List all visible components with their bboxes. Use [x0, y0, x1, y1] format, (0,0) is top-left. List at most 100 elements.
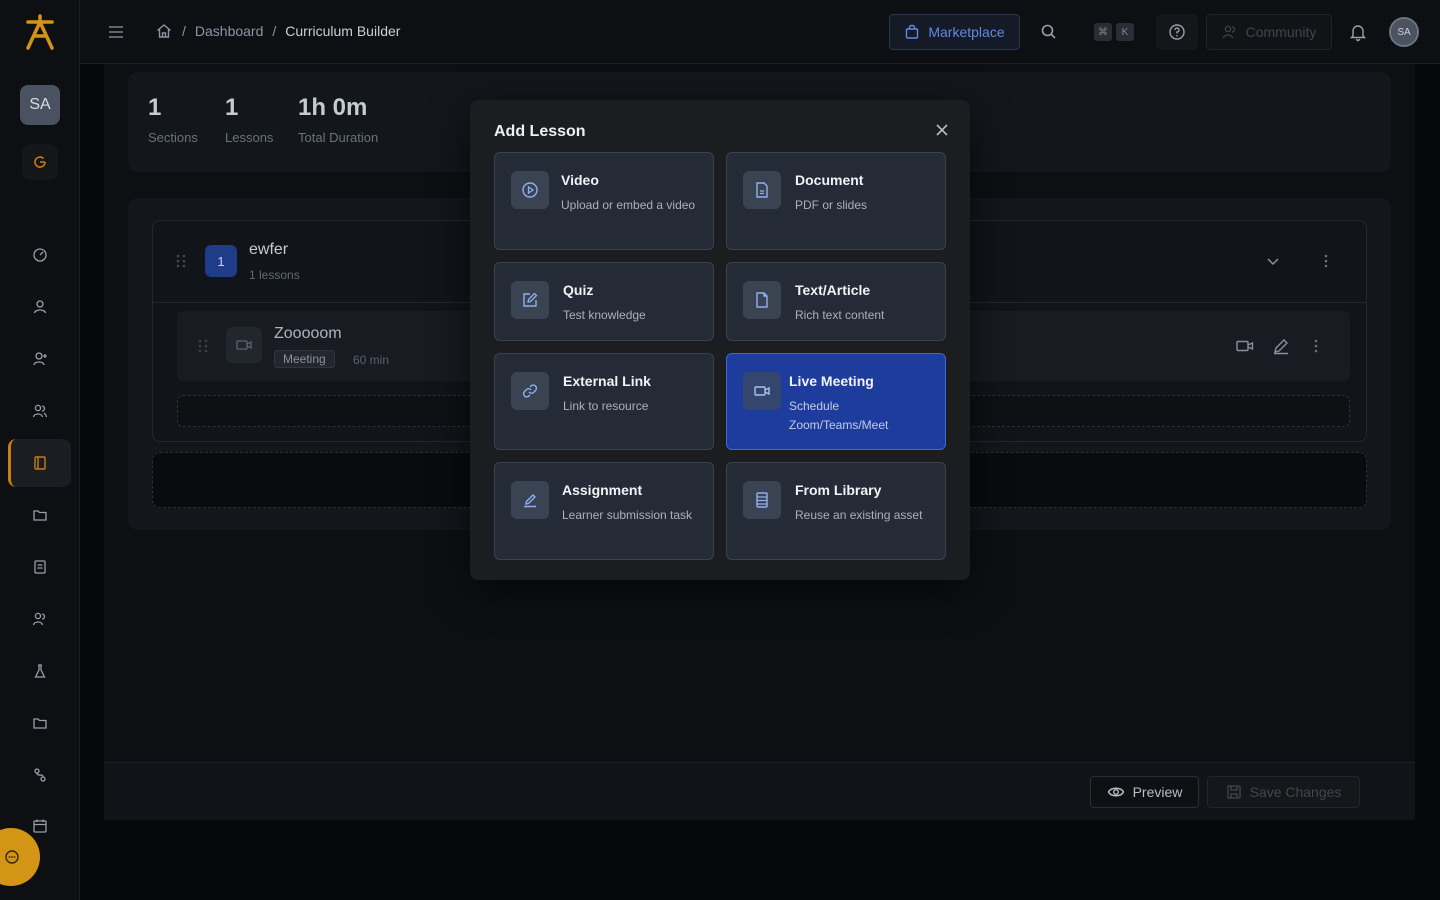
option-title: Live Meeting — [789, 373, 874, 389]
lesson-type-quiz[interactable]: Quiz Test knowledge — [494, 262, 714, 341]
stat-value: 1 — [225, 94, 239, 121]
community-button[interactable]: Community — [1206, 14, 1332, 50]
more-vertical-icon[interactable] — [1310, 337, 1322, 355]
lesson-type-document[interactable]: Document PDF or slides — [726, 152, 946, 250]
stat-label: Lessons — [225, 130, 274, 145]
document-icon — [743, 171, 781, 209]
edit-icon[interactable] — [1271, 336, 1291, 356]
option-desc: Learner submission task — [562, 508, 693, 522]
menu-icon[interactable] — [106, 22, 126, 42]
sidebar: SA — [0, 0, 80, 900]
book-icon[interactable] — [28, 451, 52, 475]
breadcrumb-dashboard[interactable]: Dashboard — [195, 23, 264, 39]
breadcrumb: / Dashboard / Curriculum Builder — [155, 22, 400, 40]
help-icon — [1169, 24, 1185, 40]
breadcrumb-current: Curriculum Builder — [285, 23, 401, 39]
shopping-bag-icon — [906, 24, 919, 39]
report-icon[interactable] — [28, 555, 52, 579]
lesson-title: Zooooom — [274, 325, 342, 342]
option-title: Quiz — [563, 282, 594, 298]
lesson-type-text-article[interactable]: Text/Article Rich text content — [726, 262, 946, 341]
breadcrumb-separator: / — [182, 23, 186, 39]
option-title: External Link — [563, 373, 651, 389]
kbd-k: K — [1116, 23, 1134, 41]
option-title: From Library — [795, 482, 882, 498]
user-icon[interactable] — [28, 295, 52, 319]
folder-icon[interactable] — [28, 503, 52, 527]
section-lesson-count: 1 lessons — [249, 268, 300, 282]
dashboard-gauge-icon[interactable] — [28, 243, 52, 267]
preview-label: Preview — [1132, 784, 1183, 800]
lesson-type-from-library[interactable]: From Library Reuse an existing asset — [726, 462, 946, 560]
add-lesson-modal: Add Lesson Video Upload or embed a video… — [470, 100, 970, 580]
users-icon[interactable] — [28, 399, 52, 423]
play-icon — [511, 171, 549, 209]
section-number: 1 — [205, 245, 237, 277]
calendar-icon[interactable] — [28, 814, 52, 838]
preview-button[interactable]: Preview — [1090, 776, 1199, 808]
save-changes-button[interactable]: Save Changes — [1207, 776, 1360, 808]
lesson-duration: 60 min — [353, 353, 390, 367]
search-icon[interactable] — [1039, 22, 1059, 42]
lesson-type-live-meeting[interactable]: Live Meeting Schedule Zoom/Teams/Meet — [726, 353, 946, 450]
stat-lessons: 1 Lessons — [225, 94, 273, 145]
add-user-icon[interactable] — [28, 347, 52, 371]
flask-icon[interactable] — [28, 659, 52, 683]
library-icon — [743, 481, 781, 519]
drag-handle-icon[interactable] — [197, 338, 209, 354]
bell-icon[interactable] — [1348, 22, 1368, 42]
stat-sections: 1 Sections — [148, 94, 198, 145]
more-vertical-icon[interactable] — [1320, 252, 1332, 270]
option-desc: Link to resource — [563, 399, 649, 413]
stat-value: 1 — [148, 94, 162, 121]
drag-handle-icon[interactable] — [175, 253, 187, 269]
app-logo[interactable] — [22, 12, 58, 52]
breadcrumb-separator: / — [272, 23, 277, 39]
video-camera-icon[interactable] — [1235, 336, 1255, 356]
lesson-type-assignment[interactable]: Assignment Learner submission task — [494, 462, 714, 560]
marketplace-label: Marketplace — [928, 24, 1005, 40]
team-icon[interactable] — [28, 607, 52, 631]
stat-label: Total Duration — [298, 130, 379, 145]
option-desc: Schedule Zoom/Teams/Meet — [789, 399, 889, 432]
topbar: / Dashboard / Curriculum Builder Marketp… — [80, 0, 1440, 64]
option-desc: Test knowledge — [563, 308, 646, 322]
lesson-type-badge: Meeting — [274, 350, 335, 368]
option-title: Video — [561, 172, 599, 188]
edit-square-icon — [511, 281, 549, 319]
option-desc: Upload or embed a video — [561, 198, 696, 212]
stat-duration: 1h 0m Total Duration — [298, 94, 378, 145]
kbd-cmd: ⌘ — [1094, 23, 1112, 41]
home-icon[interactable] — [155, 22, 173, 40]
stat-value: 1h 0m — [298, 94, 368, 121]
footer-bar: Preview Save Changes — [104, 762, 1415, 820]
lesson-type-external-link[interactable]: External Link Link to resource — [494, 353, 714, 450]
marketplace-button[interactable]: Marketplace — [889, 14, 1020, 50]
user-avatar[interactable]: SA — [1389, 17, 1419, 47]
help-button[interactable] — [1156, 14, 1198, 50]
link-icon — [511, 372, 549, 410]
save-icon — [1226, 785, 1241, 799]
sidebar-avatar[interactable]: SA — [20, 85, 60, 125]
folder-icon[interactable] — [28, 711, 52, 735]
users-icon — [1222, 25, 1235, 39]
video-camera-icon — [226, 327, 262, 363]
chevron-down-icon[interactable] — [1264, 252, 1282, 270]
option-title: Assignment — [562, 482, 643, 498]
eye-icon — [1107, 787, 1124, 797]
refresh-icon[interactable] — [22, 144, 58, 180]
modal-title: Add Lesson — [494, 123, 586, 140]
option-desc: PDF or slides — [795, 198, 868, 212]
lesson-type-video[interactable]: Video Upload or embed a video — [494, 152, 714, 250]
workflow-icon[interactable] — [28, 763, 52, 787]
community-label: Community — [1245, 24, 1317, 40]
file-icon — [743, 281, 781, 319]
option-desc: Reuse an existing asset — [795, 508, 923, 522]
option-title: Text/Article — [795, 282, 871, 298]
option-desc: Rich text content — [795, 308, 885, 322]
video-camera-icon — [743, 372, 781, 410]
save-label: Save Changes — [1249, 784, 1342, 800]
stat-label: Sections — [148, 130, 198, 145]
chat-icon — [5, 850, 19, 864]
close-icon[interactable] — [932, 120, 952, 140]
